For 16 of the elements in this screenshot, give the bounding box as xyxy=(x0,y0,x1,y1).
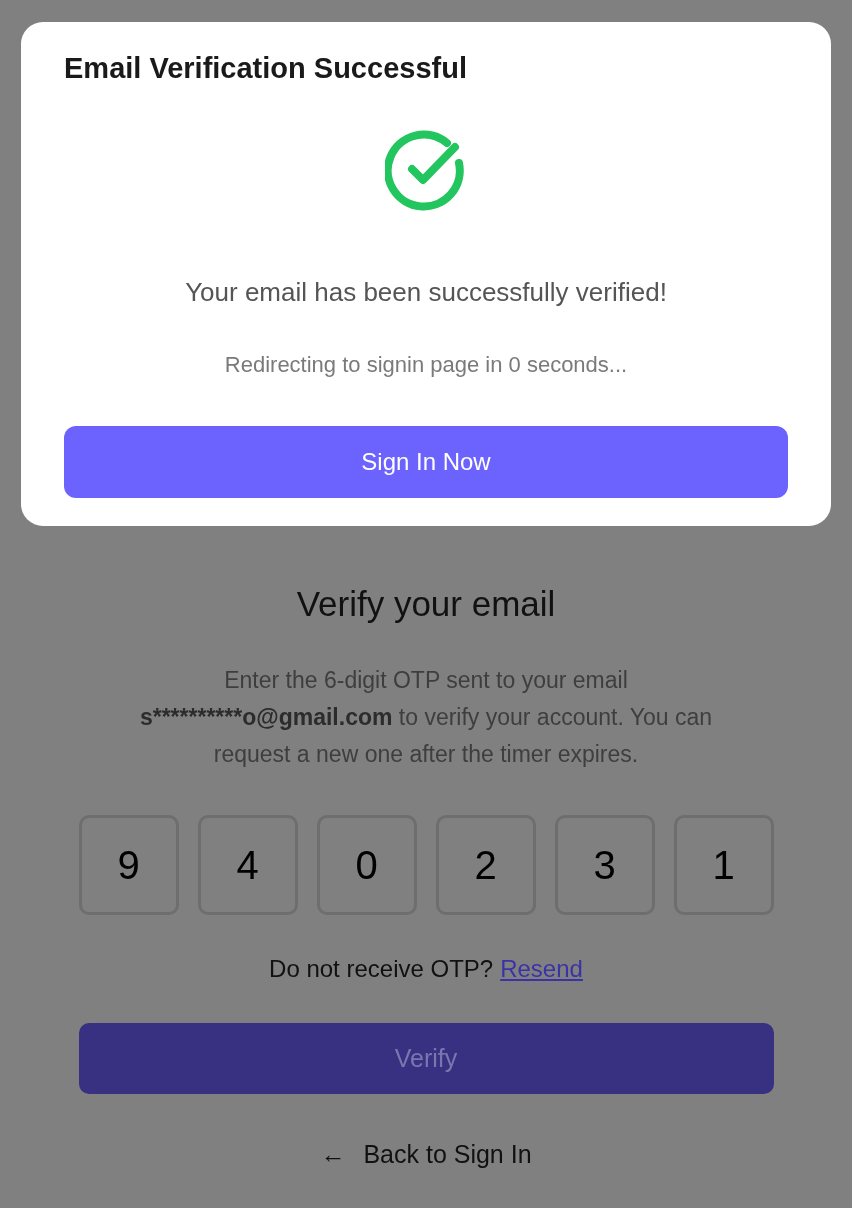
check-circle-icon xyxy=(385,129,467,211)
otp-digit-field[interactable]: 2 xyxy=(435,815,536,915)
sign-in-now-button[interactable]: Sign In Now xyxy=(64,426,788,498)
otp-digit-field[interactable]: 0 xyxy=(316,815,417,915)
back-to-sign-in-link[interactable]: Back to Sign In xyxy=(363,1140,532,1169)
otp-digit-field[interactable]: 1 xyxy=(673,815,774,915)
page-title: Verify your email xyxy=(296,584,556,624)
instructions-text: Enter the 6-digit OTP sent to your email s**********o@gmail.com to verify your account. You can request a new one after the timer expires. xyxy=(138,666,714,769)
success-message: Your email has been successfully verified! xyxy=(185,277,667,308)
dialog-title: Email Verification Successful xyxy=(64,52,467,85)
redirect-message: Redirecting to signin page in 0 seconds... xyxy=(224,352,628,378)
resend-prompt: Do not receive OTP? xyxy=(269,955,494,983)
back-arrow-icon[interactable]: ← xyxy=(320,1140,346,1169)
otp-digit-field[interactable]: 9 xyxy=(78,815,179,915)
otp-digit-field[interactable]: 4 xyxy=(197,815,298,915)
otp-digit-field[interactable]: 3 xyxy=(554,815,655,915)
